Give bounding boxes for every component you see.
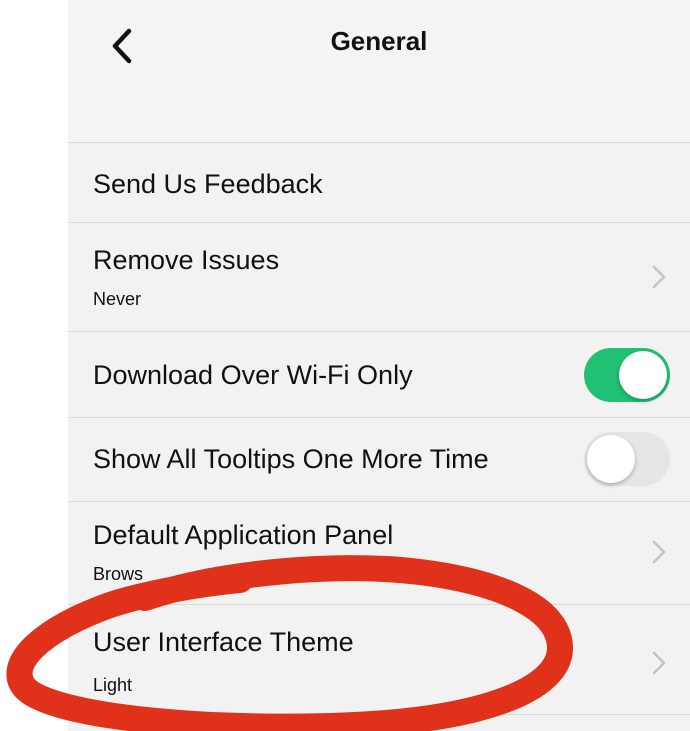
nav-header: General bbox=[68, 0, 690, 143]
setting-value: Light bbox=[93, 675, 133, 695]
toggle-knob bbox=[587, 435, 635, 483]
setting-show-tooltips: Show All Tooltips One More Time bbox=[68, 418, 690, 502]
setting-value: Brows bbox=[93, 564, 144, 584]
setting-label: Download Over Wi-Fi Only bbox=[93, 360, 413, 390]
setting-label: Send Us Feedback bbox=[93, 169, 323, 199]
wifi-only-toggle[interactable] bbox=[584, 348, 670, 402]
chevron-right-icon bbox=[652, 540, 666, 564]
setting-label: Default Application Panel bbox=[93, 520, 394, 550]
setting-label: Show All Tooltips One More Time bbox=[93, 444, 489, 474]
chevron-right-icon bbox=[652, 265, 666, 289]
page-title: General bbox=[330, 26, 428, 56]
setting-remove-issues[interactable]: Remove Issues Never bbox=[68, 223, 690, 332]
setting-label: Remove Issues bbox=[93, 245, 280, 275]
setting-default-panel[interactable]: Default Application Panel Brows bbox=[68, 502, 690, 605]
tooltips-toggle[interactable] bbox=[584, 432, 670, 486]
setting-label: User Interface Theme bbox=[93, 627, 354, 657]
chevron-right-icon bbox=[652, 651, 666, 675]
setting-value: Never bbox=[93, 289, 142, 309]
setting-send-feedback[interactable]: Send Us Feedback bbox=[68, 143, 690, 223]
toggle-knob bbox=[619, 351, 667, 399]
setting-ui-theme[interactable]: User Interface Theme Light bbox=[68, 605, 690, 715]
settings-screen: General Send Us Feedback Remove Issues N… bbox=[68, 0, 690, 731]
setting-download-wifi-only: Download Over Wi-Fi Only bbox=[68, 332, 690, 418]
